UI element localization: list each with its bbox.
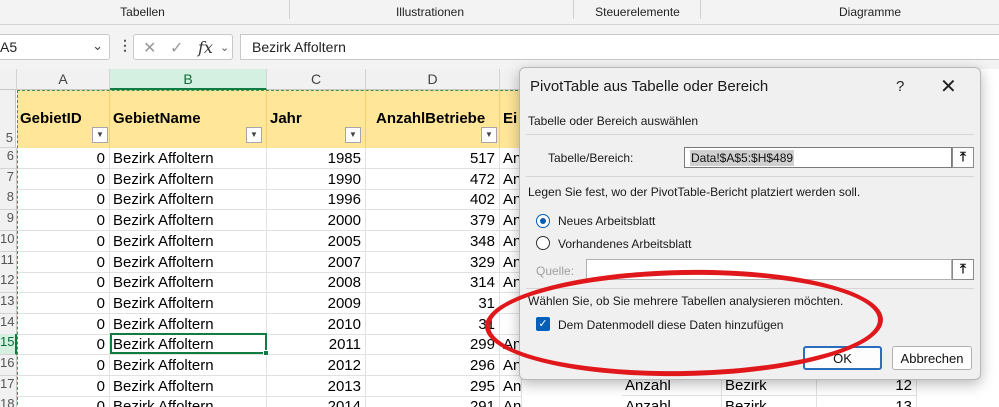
row-header[interactable]: 11 bbox=[0, 252, 17, 273]
source-label: Quelle: bbox=[536, 264, 575, 278]
active-cell-outline[interactable] bbox=[110, 333, 269, 356]
row-header[interactable]: 10 bbox=[0, 231, 17, 252]
datamodel-label[interactable]: Dem Datenmodell diese Daten hinzufügen bbox=[558, 318, 783, 332]
collapse-dialog-icon[interactable]: ⤒ bbox=[952, 259, 974, 280]
ribbon-group-tabellen: Tabellen bbox=[120, 5, 165, 19]
radio-new-sheet[interactable] bbox=[536, 214, 550, 228]
row-header[interactable]: 17 bbox=[0, 376, 17, 397]
ribbon-divider bbox=[573, 0, 574, 19]
multi-table-prompt: Wählen Sie, ob Sie mehrere Tabellen anal… bbox=[528, 294, 844, 308]
chevron-down-icon[interactable]: ⌄ bbox=[220, 41, 229, 54]
ribbon-group-steuerelemente: Steuerelemente bbox=[595, 5, 680, 19]
divider bbox=[526, 134, 974, 135]
formula-input[interactable]: Bezirk Affoltern bbox=[240, 34, 999, 60]
radio-existing-sheet[interactable] bbox=[536, 236, 550, 250]
cancel-button[interactable]: Abbrechen bbox=[892, 346, 972, 370]
ribbon-group-illustrationen: Illustrationen bbox=[395, 5, 465, 19]
row-header[interactable]: 14 bbox=[0, 314, 17, 335]
pivottable-dialog: PivotTable aus Tabelle oder Bereich ? ✕ … bbox=[519, 67, 981, 380]
section-select-heading: Tabelle oder Bereich auswählen bbox=[528, 114, 699, 128]
fx-icon[interactable]: fx bbox=[198, 38, 213, 57]
cell-h-behind[interactable]: 13 bbox=[817, 396, 917, 407]
close-icon[interactable]: ✕ bbox=[940, 74, 957, 99]
column-header-a[interactable]: A bbox=[17, 69, 110, 90]
row-header[interactable]: 13 bbox=[0, 293, 17, 314]
datamodel-checkbox[interactable]: ✓ bbox=[536, 317, 550, 331]
range-value: Data!$A$5:$H$489 bbox=[690, 150, 795, 166]
column-header-c[interactable]: C bbox=[267, 69, 366, 90]
ribbon-group-diagramme: Diagramme bbox=[838, 5, 901, 19]
more-vertical-icon[interactable]: ⋮ bbox=[118, 37, 132, 54]
collapse-dialog-icon[interactable]: ⤒ bbox=[952, 147, 974, 168]
radio-new-sheet-label[interactable]: Neues Arbeitsblatt bbox=[558, 214, 655, 228]
column-header-d[interactable]: D bbox=[366, 69, 500, 90]
source-input[interactable] bbox=[586, 259, 952, 280]
range-label: Tabelle/Bereich: bbox=[548, 151, 634, 165]
row-header[interactable]: 16 bbox=[0, 355, 17, 376]
name-box[interactable]: A5 ⌄ bbox=[0, 34, 110, 60]
formula-bar: A5 ⌄ ⋮ ✕ ✓ fx ⌄ Bezirk Affoltern bbox=[0, 25, 999, 69]
dialog-title: PivotTable aus Tabelle oder Bereich bbox=[530, 78, 769, 95]
row-header[interactable]: 12 bbox=[0, 272, 17, 293]
row-header-5[interactable]: 5 bbox=[0, 90, 16, 148]
row-header[interactable]: 18 bbox=[0, 396, 17, 407]
chevron-down-icon[interactable]: ⌄ bbox=[92, 38, 103, 54]
fill-handle[interactable] bbox=[263, 350, 269, 356]
enter-check-icon[interactable]: ✓ bbox=[170, 38, 183, 58]
divider bbox=[526, 288, 974, 289]
column-header-b[interactable]: B bbox=[110, 69, 267, 90]
ribbon-divider bbox=[289, 0, 290, 19]
cancel-x-icon[interactable]: ✕ bbox=[143, 38, 156, 58]
formula-actions: ✕ ✓ fx ⌄ bbox=[133, 34, 233, 60]
row-header[interactable]: 6 bbox=[0, 148, 17, 169]
cell-g-behind[interactable]: Bezirk bbox=[722, 396, 817, 407]
cell-f-behind[interactable]: Anzahl bbox=[622, 396, 722, 407]
divider bbox=[526, 176, 974, 177]
placement-prompt: Legen Sie fest, wo der PivotTable-Berich… bbox=[528, 185, 861, 199]
row-header[interactable]: 9 bbox=[0, 210, 17, 231]
row-header[interactable]: 8 bbox=[0, 189, 17, 210]
row-header[interactable]: 7 bbox=[0, 169, 17, 190]
ribbon-group-labels: Tabellen Illustrationen Steuerelemente D… bbox=[0, 0, 999, 25]
row-header[interactable]: 15 bbox=[0, 334, 17, 355]
ok-button[interactable]: OK bbox=[803, 346, 882, 370]
range-input[interactable]: Data!$A$5:$H$489 bbox=[684, 147, 952, 168]
ribbon-divider bbox=[700, 0, 701, 19]
copy-marquee bbox=[17, 90, 523, 407]
help-icon[interactable]: ? bbox=[896, 78, 904, 95]
select-all-corner[interactable] bbox=[0, 69, 17, 90]
name-box-value: A5 bbox=[0, 39, 18, 55]
radio-existing-sheet-label[interactable]: Vorhandenes Arbeitsblatt bbox=[558, 237, 691, 251]
